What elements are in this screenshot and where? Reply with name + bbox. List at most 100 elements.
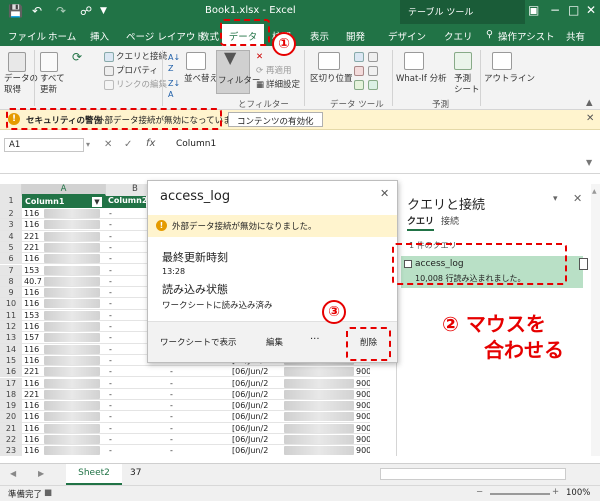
forecast-sheet-button[interactable]: 予測 シート [454, 74, 480, 96]
redo-icon[interactable]: ↷ [56, 4, 66, 18]
cell-column1[interactable]: 116 [24, 400, 39, 411]
pane-scroll-up-icon[interactable]: ▲ [592, 188, 597, 195]
zoom-in-button[interactable]: + [552, 487, 559, 497]
cell-column2[interactable]: - [109, 423, 112, 434]
cell-column2[interactable]: - [109, 389, 112, 400]
cell-column5[interactable]: 900] [356, 400, 370, 411]
cell-column2[interactable]: - [109, 310, 112, 321]
cell-column4[interactable]: [06/Jun/2 [232, 411, 268, 422]
cell-column4[interactable]: [06/Jun/2 [232, 423, 268, 434]
table-row[interactable]: 23116 - - [06/Jun/2 900] [0, 445, 370, 456]
cell-column2[interactable]: - [109, 287, 112, 298]
cell-column2[interactable]: - [109, 253, 112, 264]
cell-column5[interactable]: 900] [356, 389, 370, 400]
cell-column1[interactable]: 221 [24, 366, 39, 377]
advanced-button[interactable]: 詳細設定 [266, 80, 300, 91]
document-icon[interactable] [579, 258, 588, 270]
next-sheet-button[interactable]: ▶ [38, 469, 44, 478]
cell-column1[interactable]: 116 [24, 219, 39, 230]
edit-links-button[interactable]: リンクの編集 [116, 80, 167, 91]
cell-column1[interactable]: 221 [24, 389, 39, 400]
cell-column1[interactable]: 116 [24, 355, 39, 366]
expand-formula-bar-icon[interactable]: ▼ [586, 158, 592, 167]
close-pane-button[interactable]: ✕ [573, 192, 582, 205]
cell-column2[interactable]: - [109, 344, 112, 355]
cell-column1[interactable]: 153 [24, 265, 39, 276]
cell-column3[interactable]: - [170, 400, 173, 411]
cell-column1[interactable]: 116 [24, 434, 39, 445]
pane-dropdown-icon[interactable]: ▾ [553, 194, 558, 204]
cell-column3[interactable]: - [170, 366, 173, 377]
cell-column1[interactable]: 221 [24, 231, 39, 242]
cell-column1[interactable]: 116 [24, 253, 39, 264]
cell-column2[interactable]: - [109, 400, 112, 411]
close-card-button[interactable]: ✕ [380, 187, 389, 200]
filter-dropdown-icon[interactable]: ▼ [92, 197, 102, 207]
remove-duplicates-icon[interactable] [354, 66, 364, 76]
table-row[interactable]: 17116 - - [06/Jun/2 900] [0, 377, 370, 389]
enter-formula-button[interactable]: ✓ [124, 139, 132, 150]
cell-column1[interactable]: 153 [24, 310, 39, 321]
cell-column1[interactable]: 116 [24, 423, 39, 434]
cell-column3[interactable]: - [170, 445, 173, 456]
name-box-dropdown-icon[interactable]: ▾ [86, 140, 90, 149]
what-if-button[interactable]: What-If 分析 [396, 74, 447, 85]
cell-column2[interactable]: - [109, 434, 112, 445]
sheet-tab-sheet2[interactable]: Sheet2 [66, 464, 122, 485]
column-header-a[interactable]: A [22, 184, 106, 196]
cell-column1[interactable]: 116 [24, 298, 39, 309]
macro-record-icon[interactable]: ■ [44, 488, 52, 498]
cell-column2[interactable]: - [109, 298, 112, 309]
insert-function-button[interactable]: fx [146, 138, 155, 149]
reapply-button[interactable]: 再適用 [266, 66, 292, 77]
enable-content-button[interactable]: コンテンツの有効化 [228, 112, 323, 127]
properties-button[interactable]: プロパティ [116, 66, 158, 77]
tab-design[interactable]: デザイン [388, 29, 426, 43]
cell-column3[interactable]: - [170, 411, 173, 422]
cell-column5[interactable]: 900] [356, 378, 370, 389]
cell-column4[interactable]: [06/Jun/2 [232, 389, 268, 400]
tab-view[interactable]: 表示 [310, 29, 329, 43]
zoom-out-button[interactable]: − [476, 487, 483, 497]
cell-column2[interactable]: - [109, 231, 112, 242]
cell-column2[interactable]: - [109, 366, 112, 377]
data-validation-icon[interactable] [354, 80, 364, 90]
flash-fill-icon[interactable] [354, 52, 364, 62]
cell-column2[interactable]: - [109, 378, 112, 389]
zoom-slider[interactable] [490, 493, 550, 495]
cell-column4[interactable]: [06/Jun/2 [232, 366, 268, 377]
cell-column4[interactable]: [06/Jun/2 [232, 400, 268, 411]
tab-page-layout[interactable]: ページ レイアウト [126, 29, 205, 43]
collapse-ribbon-icon[interactable]: ▲ [586, 98, 593, 109]
view-in-worksheet-button[interactable]: ワークシートで表示 [160, 336, 237, 348]
prev-sheet-button[interactable]: ◀ [10, 469, 16, 478]
cell-column5[interactable]: 900] [356, 411, 370, 422]
sheet-tab-37[interactable]: 37 [130, 468, 141, 478]
formula-input[interactable]: Column1 [176, 139, 216, 149]
cell-column2[interactable]: - [109, 445, 112, 456]
more-options-button[interactable]: ··· [310, 334, 320, 345]
cell-column4[interactable]: [06/Jun/2 [232, 378, 268, 389]
restore-button[interactable]: □ [568, 3, 579, 17]
tab-home[interactable]: ホーム [48, 29, 76, 43]
cell-column5[interactable]: 900] [356, 423, 370, 434]
close-window-button[interactable]: ✕ [586, 3, 596, 17]
get-data-button[interactable]: データの 取得 [4, 74, 38, 96]
zoom-level[interactable]: 100% [566, 488, 590, 498]
cell-column1[interactable]: 157 [24, 332, 39, 343]
pane-scrollbar[interactable] [591, 184, 600, 456]
cell-column2[interactable]: - [109, 219, 112, 230]
filter-button[interactable]: フィルター [218, 76, 260, 87]
minimize-button[interactable]: − [550, 3, 560, 17]
sort-az-icon[interactable]: A↓ Z [168, 52, 180, 74]
cell-column2[interactable]: - [109, 355, 112, 366]
table-row[interactable]: 20116 - - [06/Jun/2 900] [0, 411, 370, 423]
name-box[interactable]: A1 [4, 138, 84, 152]
table-row[interactable]: 16221 - - [06/Jun/2 900] [0, 366, 370, 378]
cell-column1[interactable]: 40.7 [24, 276, 42, 287]
print-preview-icon[interactable]: ☍ [80, 4, 92, 18]
horizontal-scrollbar[interactable] [380, 468, 566, 480]
outline-button[interactable]: アウトライン [484, 74, 535, 85]
cell-column4[interactable]: [06/Jun/2 [232, 434, 268, 445]
tab-query[interactable]: クエリ [444, 29, 473, 43]
